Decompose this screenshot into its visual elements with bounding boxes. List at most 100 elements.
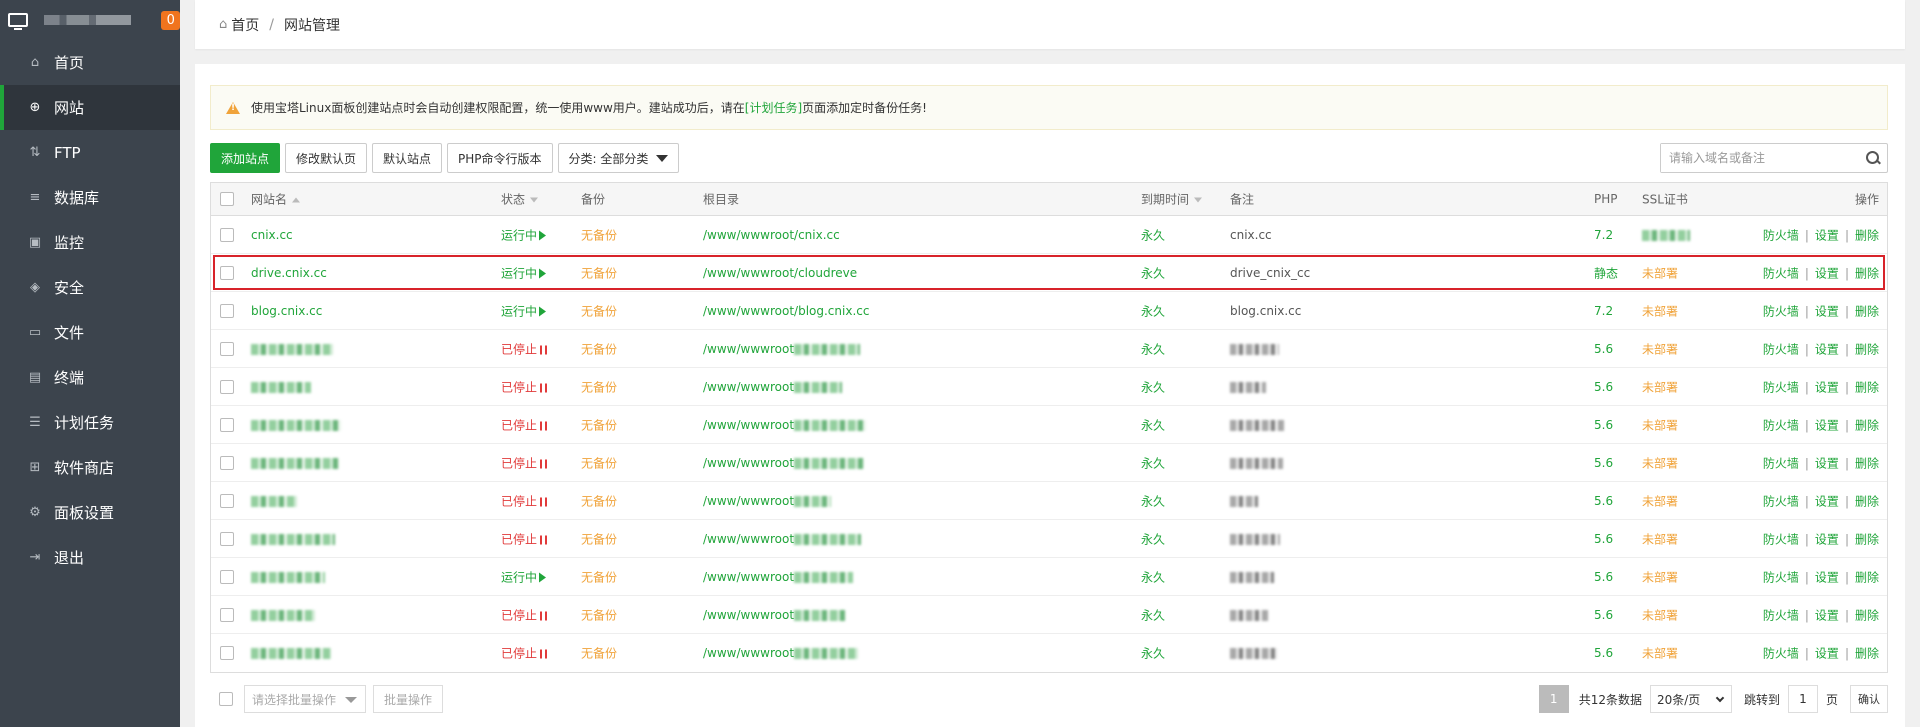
edit-default-page-button[interactable]: 修改默认页 [285,143,368,173]
site-note[interactable] [1230,570,1274,584]
root-dir-link[interactable]: /www/wwwroot [703,494,832,508]
confirm-jump-button[interactable]: 确认 [1850,685,1888,713]
site-note[interactable] [1230,532,1280,546]
root-dir-link[interactable]: /www/wwwroot [703,608,846,622]
ssl-status-link[interactable]: 未部署 [1642,378,1678,395]
firewall-link[interactable]: 防火墙 [1763,570,1799,584]
row-checkbox[interactable] [220,455,234,470]
row-checkbox[interactable] [220,303,234,318]
site-note[interactable] [1230,380,1266,394]
backup-link[interactable]: 无备份 [581,302,617,319]
sidebar-item-2[interactable]: ⇅ FTP [0,130,180,175]
sidebar-item-1[interactable]: ⊕ 网站 [0,85,180,130]
status-toggle[interactable]: 运行中 [501,226,547,243]
delete-link[interactable]: 删除 [1855,647,1879,661]
site-name-link[interactable] [251,342,333,356]
php-version-link[interactable]: 5.6 [1594,380,1613,394]
site-name-link[interactable] [251,570,325,584]
backup-link[interactable]: 无备份 [581,416,617,433]
current-page[interactable]: 1 [1538,685,1569,713]
delete-link[interactable]: 删除 [1855,304,1879,318]
row-checkbox[interactable] [220,531,234,546]
page-number-input[interactable]: 1 [1787,685,1818,713]
status-toggle[interactable]: 已停止 [501,492,548,509]
backup-link[interactable]: 无备份 [581,568,617,585]
firewall-link[interactable]: 防火墙 [1763,647,1799,661]
site-note[interactable] [1230,646,1278,660]
sidebar-item-11[interactable]: ⇥ 退出 [0,535,180,580]
backup-link[interactable]: 无备份 [581,378,617,395]
site-name-link[interactable] [251,646,331,660]
row-checkbox[interactable] [220,227,234,242]
site-name-link[interactable] [251,418,341,432]
ssl-status-link[interactable] [1642,228,1690,242]
firewall-link[interactable]: 防火墙 [1763,266,1799,280]
site-name-link[interactable] [251,494,297,508]
sidebar-item-6[interactable]: ▭ 文件 [0,310,180,355]
expire-link[interactable]: 永久 [1141,568,1165,585]
expire-link[interactable]: 永久 [1141,645,1165,662]
root-dir-link[interactable]: /www/wwwroot [703,646,859,660]
expire-link[interactable]: 永久 [1141,416,1165,433]
ssl-status-link[interactable]: 未部署 [1642,530,1678,547]
sidebar-item-3[interactable]: ≡ 数据库 [0,175,180,220]
sidebar-item-7[interactable]: ▤ 终端 [0,355,180,400]
row-checkbox[interactable] [220,607,234,622]
root-dir-link[interactable]: /www/wwwroot [703,380,843,394]
settings-link[interactable]: 设置 [1815,342,1839,356]
site-note[interactable] [1230,456,1283,470]
site-note[interactable] [1230,608,1268,622]
status-toggle[interactable]: 已停止 [501,416,548,433]
delete-link[interactable]: 删除 [1855,532,1879,546]
search-input[interactable] [1661,144,1859,172]
batch-operation-select[interactable]: 请选择批量操作 [244,685,366,713]
firewall-link[interactable]: 防火墙 [1763,304,1799,318]
php-version-link[interactable]: 5.6 [1594,608,1613,622]
expire-link[interactable]: 永久 [1141,454,1165,471]
status-toggle[interactable]: 已停止 [501,606,548,623]
sidebar-item-0[interactable]: ⌂ 首页 [0,40,180,85]
backup-link[interactable]: 无备份 [581,226,617,243]
default-site-button[interactable]: 默认站点 [372,143,443,173]
header-status[interactable]: 状态 [501,191,539,208]
site-name-link[interactable]: blog.cnix.cc [251,304,322,318]
expire-link[interactable]: 永久 [1141,302,1165,319]
ssl-status-link[interactable]: 未部署 [1642,340,1678,357]
settings-link[interactable]: 设置 [1815,570,1839,584]
status-toggle[interactable]: 已停止 [501,645,548,662]
expire-link[interactable]: 永久 [1141,530,1165,547]
header-name[interactable]: 网站名 [251,191,301,208]
site-name-link[interactable] [251,532,335,546]
delete-link[interactable]: 删除 [1855,342,1879,356]
php-version-link[interactable]: 5.6 [1594,418,1613,432]
backup-link[interactable]: 无备份 [581,340,617,357]
root-dir-link[interactable]: /www/wwwroot [703,532,862,546]
settings-link[interactable]: 设置 [1815,494,1839,508]
row-checkbox[interactable] [220,417,234,432]
site-note[interactable] [1230,418,1284,432]
site-note[interactable] [1230,342,1279,356]
breadcrumb-home[interactable]: 首页 [231,15,259,35]
root-dir-link[interactable]: /www/wwwroot [703,342,861,356]
site-name-link[interactable] [251,380,311,394]
php-cli-version-button[interactable]: PHP命令行版本 [447,143,553,173]
firewall-link[interactable]: 防火墙 [1763,456,1799,470]
expire-link[interactable]: 永久 [1141,264,1165,281]
firewall-link[interactable]: 防火墙 [1763,608,1799,622]
footer-select-all-checkbox[interactable] [219,692,233,706]
ssl-status-link[interactable]: 未部署 [1642,492,1678,509]
row-checkbox[interactable] [220,569,234,584]
sidebar-item-9[interactable]: ⊞ 软件商店 [0,445,180,490]
backup-link[interactable]: 无备份 [581,454,617,471]
site-name-link[interactable]: cnix.cc [251,228,293,242]
backup-link[interactable]: 无备份 [581,606,617,623]
backup-link[interactable]: 无备份 [581,264,617,281]
search-icon[interactable] [1859,144,1887,172]
root-dir-link[interactable]: /www/wwwroot [703,418,867,432]
sidebar-item-8[interactable]: ☰ 计划任务 [0,400,180,445]
root-dir-link[interactable]: /www/wwwroot/cnix.cc [703,228,840,242]
firewall-link[interactable]: 防火墙 [1763,494,1799,508]
status-toggle[interactable]: 已停止 [501,530,548,547]
expire-link[interactable]: 永久 [1141,606,1165,623]
row-checkbox[interactable] [220,341,234,356]
